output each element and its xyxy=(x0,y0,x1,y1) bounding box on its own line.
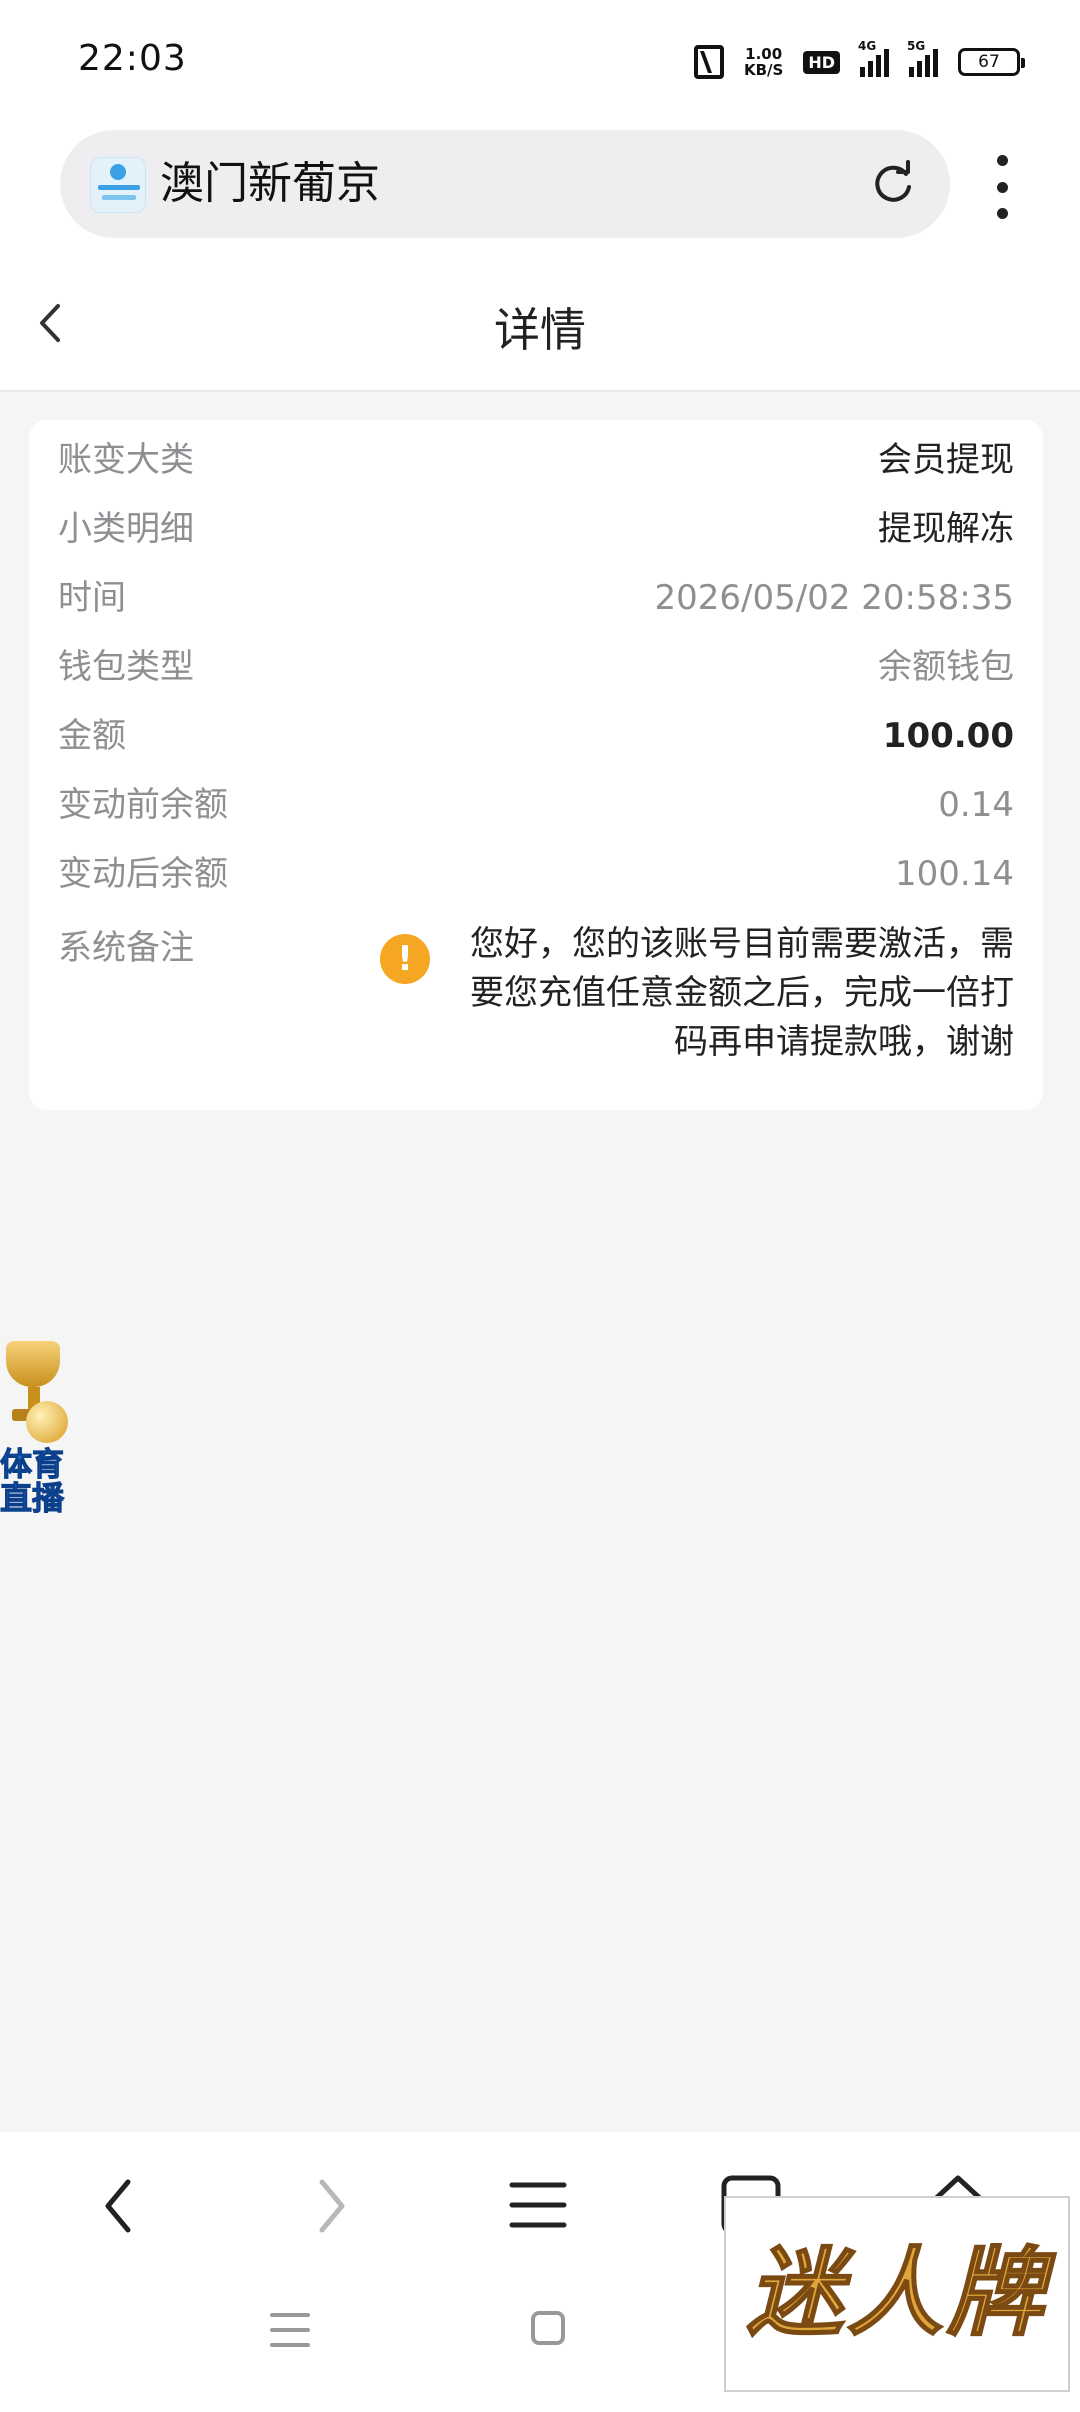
time-value: 2026/05/02 20:58:35 xyxy=(654,578,1014,618)
detail-row-balance-after: 变动后余额 100.14 xyxy=(58,844,1014,904)
network-speed: 1.00 KB/S xyxy=(744,46,783,78)
transaction-detail-card: 账变大类 会员提现 小类明细 提现解冻 时间 2026/05/02 20:58:… xyxy=(29,420,1043,1110)
hd-voice-icon: HD xyxy=(803,50,840,74)
balance-after-label: 变动后余额 xyxy=(58,854,228,894)
sports-live-float-button[interactable]: 体育 直播 xyxy=(0,1335,70,1517)
network-speed-unit: KB/S xyxy=(743,61,784,79)
nav-forward-icon[interactable] xyxy=(306,2176,356,2236)
signal-4g-icon: 4G xyxy=(858,39,889,77)
site-title: 澳门新葡京 xyxy=(160,158,380,209)
nav-back-icon[interactable] xyxy=(94,2176,144,2236)
signal-5g-label: 5G xyxy=(907,39,926,53)
sports-live-label: 体育 直播 xyxy=(0,1445,65,1517)
network-speed-value: 1.00 xyxy=(745,45,783,63)
wallet-type-label: 钱包类型 xyxy=(58,647,194,687)
detail-row-subcategory: 小类明细 提现解冻 xyxy=(58,499,1014,559)
time-label: 时间 xyxy=(58,578,126,618)
subcategory-value: 提现解冻 xyxy=(878,509,1014,549)
balance-after-value: 100.14 xyxy=(895,854,1014,894)
battery-icon: 67 xyxy=(958,48,1025,76)
subcategory-label: 小类明细 xyxy=(58,509,194,549)
system-home-icon[interactable] xyxy=(530,2310,566,2346)
category-label: 账变大类 xyxy=(58,440,194,480)
system-note-label: 系统备注 xyxy=(58,928,194,968)
detail-row-category: 账变大类 会员提现 xyxy=(58,430,1014,490)
detail-row-balance-before: 变动前余额 0.14 xyxy=(58,775,1014,835)
status-bar: 22:03 1.00 KB/S HD 4G 5G 67 xyxy=(0,0,1080,120)
status-icons: 1.00 KB/S HD 4G 5G 67 xyxy=(693,39,1025,84)
page-header: 详情 xyxy=(0,256,1080,392)
nav-menu-icon[interactable] xyxy=(508,2180,568,2230)
status-time: 22:03 xyxy=(78,38,187,79)
more-vertical-icon[interactable] xyxy=(990,155,1014,219)
trophy-icon xyxy=(6,1341,60,1387)
site-favicon-icon xyxy=(90,157,146,213)
amount-label: 金额 xyxy=(58,716,126,756)
page-title: 详情 xyxy=(494,303,586,357)
detail-row-time: 时间 2026/05/02 20:58:35 xyxy=(58,568,1014,628)
detail-row-amount: 金额 100.00 xyxy=(58,706,1014,766)
wallet-type-value: 余额钱包 xyxy=(878,647,1014,687)
warning-icon: ! xyxy=(380,934,430,984)
balance-before-label: 变动前余额 xyxy=(58,785,228,825)
watermark-logo: 迷人牌 xyxy=(724,2196,1070,2392)
signal-4g-label: 4G xyxy=(858,39,877,53)
address-bar[interactable]: 澳门新葡京 xyxy=(60,130,950,238)
amount-value: 100.00 xyxy=(882,716,1014,756)
football-icon xyxy=(26,1401,68,1443)
nfc-icon xyxy=(693,45,724,79)
system-recents-icon[interactable] xyxy=(270,2310,310,2350)
detail-row-wallet-type: 钱包类型 余额钱包 xyxy=(58,637,1014,697)
reload-icon[interactable] xyxy=(868,160,918,210)
watermark-text: 迷人牌 xyxy=(746,2237,1047,2349)
category-value: 会员提现 xyxy=(878,440,1014,480)
balance-before-value: 0.14 xyxy=(938,785,1014,825)
signal-5g-icon: 5G xyxy=(907,39,938,77)
system-note-text: 您好，您的该账号目前需要激活，需要您充值任意金额之后，完成一倍打码再申请提款哦，… xyxy=(470,924,1014,1062)
browser-toolbar: 澳门新葡京 xyxy=(0,120,1080,256)
